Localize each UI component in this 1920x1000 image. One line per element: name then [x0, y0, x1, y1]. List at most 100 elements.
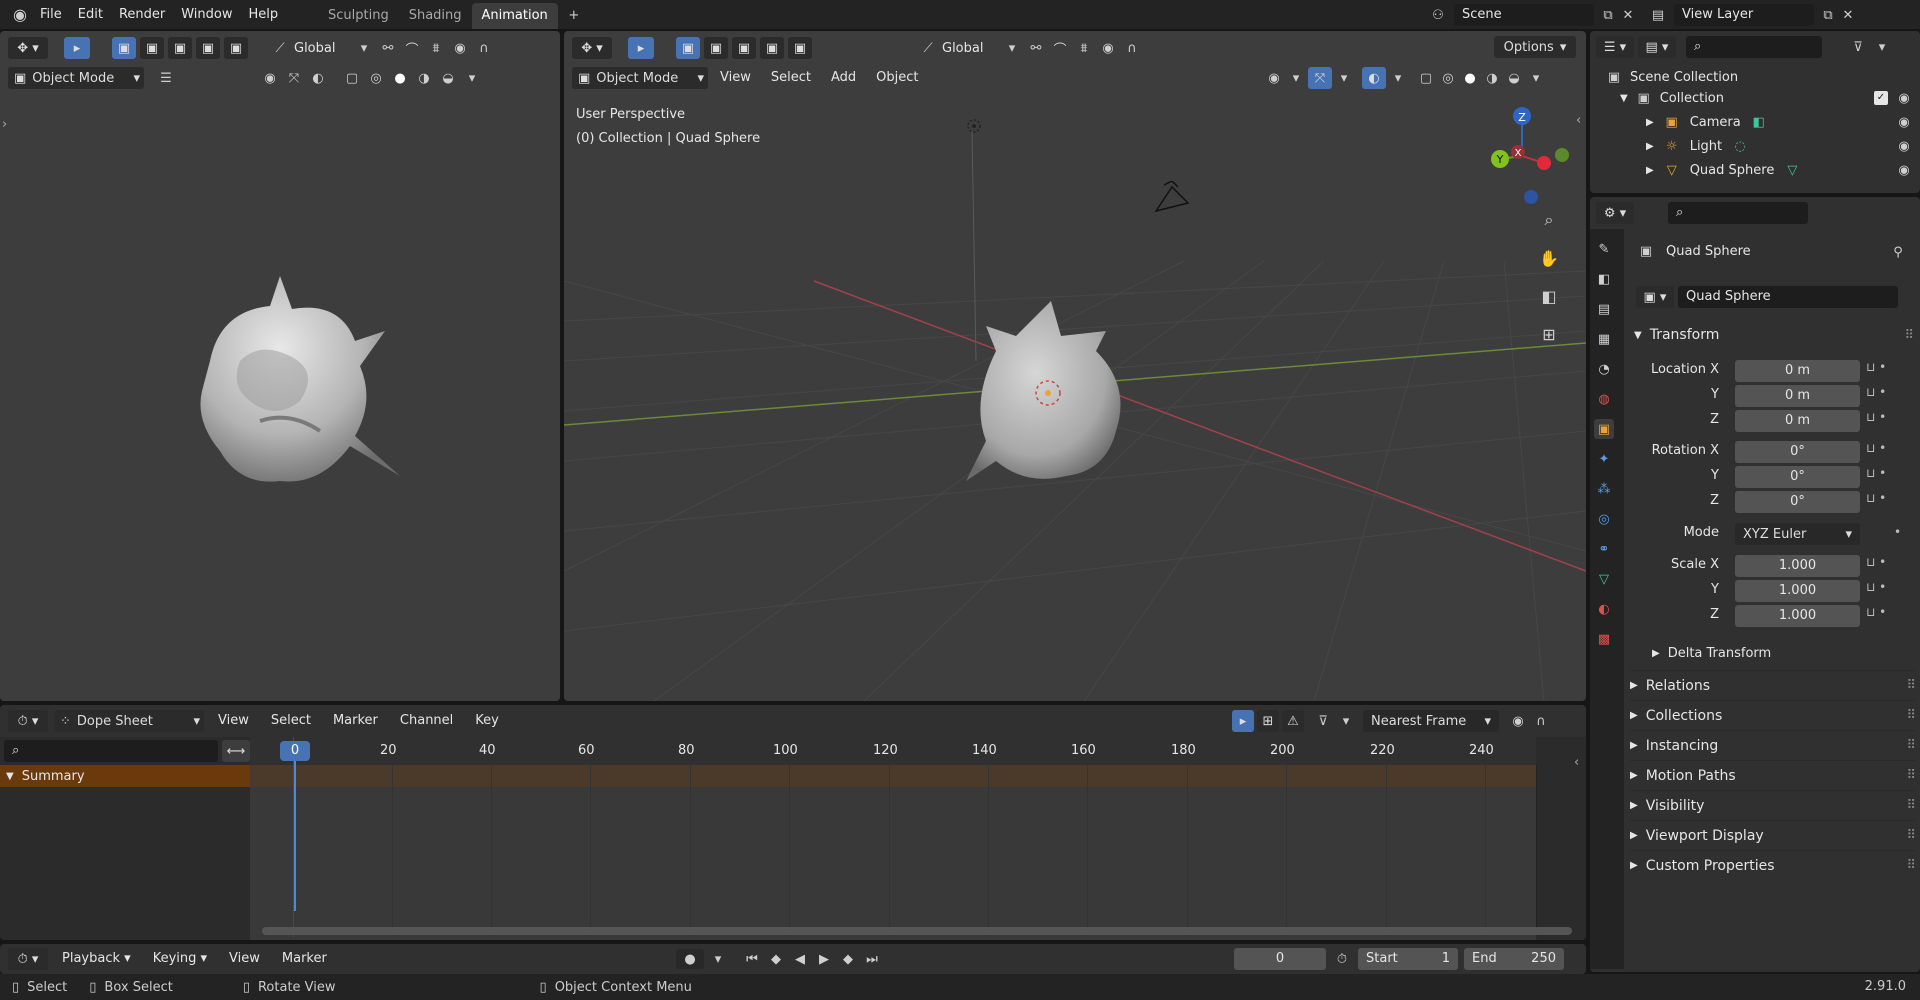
timeline-editor-type-button[interactable]: ⏱ ▾ — [8, 948, 48, 970]
auto-keying-chevron-icon[interactable]: ▾ — [708, 949, 728, 969]
outliner-quad-sphere-label[interactable]: Quad Sphere — [1690, 163, 1775, 178]
main-wireframe-icon[interactable]: ◎ — [1438, 68, 1458, 88]
left-wireframe-icon[interactable]: ◎ — [366, 68, 386, 88]
main-gizmo-icon[interactable]: ⤧ — [1308, 67, 1332, 89]
outliner-search-input[interactable]: ⌕ — [1686, 36, 1822, 58]
menu-window[interactable]: Window — [173, 0, 240, 29]
menu-file[interactable]: File — [32, 0, 70, 29]
scene-close-icon[interactable]: ✕ — [1618, 5, 1638, 25]
timeline-menu-view[interactable]: View — [221, 947, 268, 971]
jump-next-keyframe-icon[interactable]: ◆ — [838, 949, 858, 969]
view-layer-tab-icon[interactable]: ▦ — [1594, 329, 1614, 349]
channel-sync-icon[interactable]: ⟷ — [222, 740, 250, 762]
light-data-icon[interactable]: ◌ — [1730, 136, 1750, 156]
main-snap-icon[interactable]: ⌒ — [1050, 38, 1070, 58]
navigation-gizmo[interactable]: Z Y X — [1472, 101, 1582, 211]
playback-menu[interactable]: Playback ▾ — [54, 947, 139, 971]
light-object-icon[interactable] — [959, 111, 989, 141]
dopesheet-menu-marker[interactable]: Marker — [325, 708, 386, 734]
left-material-icon[interactable]: ◑ — [414, 68, 434, 88]
jump-prev-keyframe-icon[interactable]: ◆ — [766, 949, 786, 969]
left-solid-icon[interactable]: ● — [390, 68, 410, 88]
rotation-z-field[interactable]: 0° — [1735, 491, 1860, 513]
section-instancing[interactable]: ▶ Instancing ⠿ — [1630, 730, 1916, 760]
outliner-display-mode-button[interactable]: ▤ ▾ — [1638, 36, 1676, 58]
main-menu-view[interactable]: View — [712, 65, 759, 91]
left-pivot-icon[interactable]: ⚯ — [378, 38, 398, 58]
main-menu-select[interactable]: Select — [763, 65, 819, 91]
lock-location-x-icon[interactable]: ⊔ • — [1866, 360, 1886, 382]
left-select-mode-intersect-icon[interactable]: ▣ — [224, 37, 248, 59]
menu-render[interactable]: Render — [111, 0, 173, 29]
section-relations[interactable]: ▶ Relations ⠿ — [1630, 670, 1916, 700]
main-select-mode-extend-icon[interactable]: ▣ — [704, 37, 728, 59]
keying-menu[interactable]: Keying ▾ — [145, 947, 215, 971]
dopesheet-editor-type-button[interactable]: ⏱ ▾ — [8, 710, 48, 732]
main-select-mode-subtract-icon[interactable]: ▣ — [732, 37, 756, 59]
particles-tab-icon[interactable]: ⁂ — [1594, 479, 1614, 499]
main-snap-target-icon[interactable]: ⩩ — [1074, 38, 1094, 58]
left-falloff-icon[interactable]: ∩ — [474, 38, 494, 58]
left-visibility-icon[interactable]: ◉ — [260, 68, 280, 88]
scale-x-field[interactable]: 1.000 — [1735, 555, 1860, 577]
transform-header[interactable]: Transform — [1650, 327, 1720, 343]
main-select-mode-intersect-icon[interactable]: ▣ — [788, 37, 812, 59]
options-dropdown[interactable]: Options ▾ — [1494, 36, 1576, 58]
view-layer-copy-icon[interactable]: ⧉ — [1818, 5, 1838, 25]
main-solid-icon[interactable]: ● — [1460, 68, 1480, 88]
rotation-mode-dropdown[interactable]: XYZ Euler ▾ — [1735, 523, 1860, 545]
lock-scale-x-icon[interactable]: ⊔ • — [1866, 555, 1886, 577]
view-layer-field[interactable]: View Layer — [1674, 4, 1814, 26]
main-select-mode-new-icon[interactable]: ▣ — [676, 37, 700, 59]
tab-sculpting[interactable]: Sculpting — [318, 3, 399, 29]
main-material-icon[interactable]: ◑ — [1482, 68, 1502, 88]
scene-field[interactable]: Scene — [1454, 4, 1594, 26]
play-reverse-icon[interactable]: ◀ — [790, 949, 810, 969]
dopesheet-menu-select[interactable]: Select — [263, 708, 319, 734]
dopesheet-collapse-icon[interactable]: ‹ — [1574, 755, 1579, 770]
snap-mode-dropdown[interactable]: Nearest Frame ▾ — [1363, 710, 1499, 732]
hamburger-menu-icon[interactable]: ☰ — [156, 68, 176, 88]
left-select-tool-icon[interactable]: ▸ — [64, 37, 90, 59]
outliner-editor-type-button[interactable]: ☰ ▾ — [1596, 36, 1634, 58]
location-y-field[interactable]: 0 m — [1735, 385, 1860, 407]
main-gizmo-chevron-icon[interactable]: ▾ — [1334, 68, 1354, 88]
collection-label[interactable]: Collection — [1660, 91, 1724, 106]
section-collections[interactable]: ▶ Collections ⠿ — [1630, 700, 1916, 730]
physics-tab-icon[interactable]: ◎ — [1594, 509, 1614, 529]
main-xray-icon[interactable]: ▢ — [1416, 68, 1436, 88]
texture-tab-icon[interactable]: ▩ — [1594, 629, 1614, 649]
jump-end-icon[interactable]: ⏭ — [862, 949, 882, 969]
delta-transform-label[interactable]: Delta Transform — [1668, 646, 1771, 661]
playhead-line[interactable] — [294, 761, 296, 911]
main-shading-chevron-icon[interactable]: ▾ — [1526, 68, 1546, 88]
play-icon[interactable]: ▶ — [814, 949, 834, 969]
collection-expand-icon[interactable]: ▼ — [1620, 93, 1628, 104]
dopesheet-menu-channel[interactable]: Channel — [392, 708, 461, 734]
view-layer-close-icon[interactable]: ✕ — [1838, 5, 1858, 25]
auto-keying-icon[interactable]: ● — [676, 949, 704, 969]
left-shading-chevron-icon[interactable]: ▾ — [462, 68, 482, 88]
main-overlay-icon[interactable]: ◐ — [1362, 67, 1386, 89]
rotation-x-field[interactable]: 0° — [1735, 441, 1860, 463]
lock-rotation-y-icon[interactable]: ⊔ • — [1866, 466, 1886, 488]
channel-search-input[interactable]: ⌕ — [4, 740, 218, 762]
main-right-collapse-icon[interactable]: ‹ — [1576, 113, 1581, 128]
left-rendered-icon[interactable]: ◒ — [438, 68, 458, 88]
dopesheet-menu-view[interactable]: View — [210, 708, 257, 734]
scale-y-field[interactable]: 1.000 — [1735, 580, 1860, 602]
scale-z-field[interactable]: 1.000 — [1735, 605, 1860, 627]
ortho-toggle-icon[interactable]: ⊞ — [1536, 321, 1562, 347]
material-tab-icon[interactable]: ◐ — [1594, 599, 1614, 619]
menu-edit[interactable]: Edit — [70, 0, 111, 29]
collection-checkbox[interactable]: ✓ — [1874, 91, 1888, 105]
quad-sphere-visibility-icon[interactable]: ◉ — [1894, 160, 1914, 180]
main-overlay-chevron-icon[interactable]: ▾ — [1388, 68, 1408, 88]
start-frame-field[interactable]: Start 1 — [1358, 948, 1458, 970]
zoom-icon[interactable]: ⌕ — [1536, 207, 1562, 233]
dopesheet-mode-dropdown[interactable]: ⁘ Dope Sheet ▾ — [54, 710, 204, 732]
outliner-filter-chevron-icon[interactable]: ▾ — [1872, 37, 1892, 57]
scene-copy-icon[interactable]: ⧉ — [1598, 5, 1618, 25]
blender-logo-icon[interactable]: ◉ — [8, 5, 32, 25]
main-menu-object[interactable]: Object — [868, 65, 926, 91]
